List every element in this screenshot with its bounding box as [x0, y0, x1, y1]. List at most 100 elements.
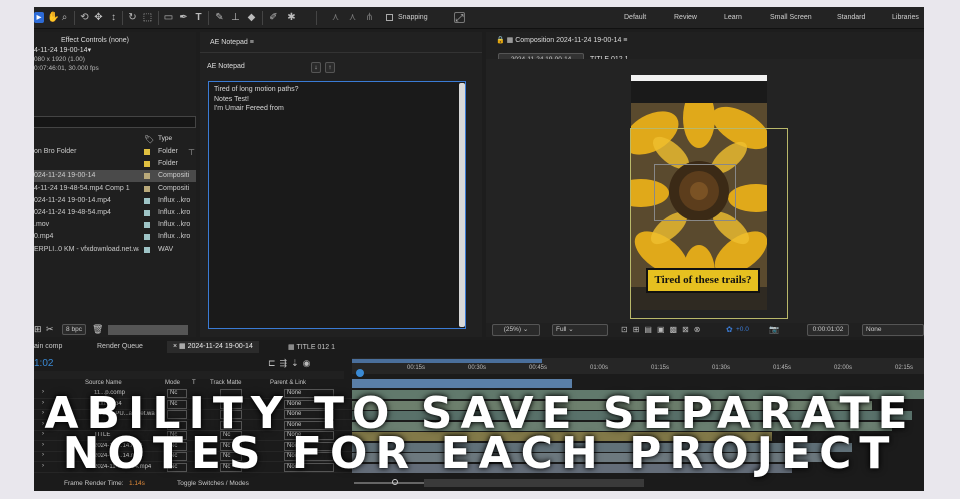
label-color-swatch — [144, 149, 150, 155]
composition-tab[interactable]: 🔒 ▦ Composition 2024-11-24 19-00-14 ≡ — [496, 34, 627, 48]
workspace-default[interactable]: Default — [624, 14, 646, 21]
snapshot-icon[interactable]: 📷 — [769, 325, 779, 334]
project-item[interactable]: .mov Influx ..kro — [34, 219, 196, 231]
timeline-tab-render-queue[interactable]: Render Queue — [97, 343, 143, 350]
ruler-tick-label: 01:15s — [651, 365, 670, 371]
clone-stamp-tool-icon[interactable]: ⊥ — [230, 12, 241, 23]
thumbnail-slider[interactable] — [108, 325, 188, 335]
timeline-tab-main-comp[interactable]: ain comp — [34, 343, 62, 350]
timeline-scrollbar[interactable] — [424, 479, 644, 487]
axis-world-icon[interactable]: ⋏ — [347, 12, 358, 23]
project-item[interactable]: on Bro Folder Folder — [34, 146, 196, 158]
interpret-footage-icon[interactable]: ⊞ — [34, 324, 42, 335]
label-color-swatch — [144, 210, 150, 216]
col-mode[interactable]: Mode — [165, 380, 180, 386]
range-bar[interactable] — [352, 379, 572, 388]
label-color-swatch — [144, 173, 150, 180]
notepad-down-button[interactable]: ↓ — [311, 62, 321, 73]
view-dropdown[interactable]: None — [862, 324, 924, 336]
exposure-value[interactable]: +0.0 — [736, 326, 749, 333]
hierarchy-icon[interactable]: ⊤ — [188, 148, 195, 157]
workspace-review[interactable]: Review — [674, 14, 697, 21]
layer-bounding-box[interactable] — [654, 164, 736, 221]
current-time-display[interactable]: 1:02 — [34, 358, 53, 369]
title-text-overlay: Tired of these trails? — [646, 268, 760, 293]
notepad-scrollbar[interactable] — [459, 83, 465, 327]
type-column-header[interactable]: Type — [158, 132, 172, 146]
anchor-tool-icon[interactable]: ⬚ — [142, 12, 153, 23]
timeline-tab-active-comp[interactable]: × ▦ 2024-11-24 19-00-14 — [167, 341, 259, 353]
bit-depth-button[interactable]: 8 bpc — [62, 324, 86, 335]
resolution-dropdown[interactable]: Full ⌄ — [552, 324, 608, 336]
ruler-tick-label: 01:45s — [773, 365, 792, 371]
project-item-type: Folder — [158, 160, 178, 168]
puppet-tool-icon[interactable]: ✱ — [286, 12, 297, 23]
tools-toolbar: ▸ ✋ ⌕ ⟲ ✥ ↕ ↻ ⬚ ▭ ✒ T ✎ ⊥ ◆ ✐ ✱ ⋏ ⋏ ⋔ Sn… — [34, 7, 924, 29]
col-source-name[interactable]: Source Name — [85, 380, 122, 386]
project-item[interactable]: ERPLI..0 KM - vfxdownload.net.wav WAV — [34, 244, 196, 256]
project-item-name: 024-11-24 19-00-14 — [34, 172, 96, 180]
project-item[interactable]: Folder — [34, 158, 196, 170]
project-item-name: 024-11-24 19-48-54.mp4 — [34, 209, 111, 216]
project-item-type: Influx ..kro — [158, 196, 191, 204]
col-track-matte[interactable]: Track Matte — [210, 380, 241, 386]
text-tool-icon[interactable]: T — [193, 12, 204, 23]
ruler-tick-label: 00:15s — [407, 365, 426, 371]
timeline-tab-title[interactable]: ▦ TITLE 012 1 — [288, 343, 335, 351]
workspace-standard[interactable]: Standard — [837, 14, 865, 21]
playhead[interactable] — [356, 369, 364, 377]
project-item[interactable]: 024-11-24 19-00-14.mp4 Influx ..kro — [34, 195, 196, 207]
col-parent-link[interactable]: Parent & Link — [270, 380, 306, 386]
project-item-name: 024-11-24 19-00-14.mp4 — [34, 196, 111, 204]
project-item-type: Compositi — [158, 172, 190, 180]
delete-icon[interactable]: 🗑 — [92, 324, 103, 335]
roto-brush-tool-icon[interactable]: ✐ — [268, 12, 279, 23]
toggle-switches-modes[interactable]: Toggle Switches / Modes — [177, 480, 249, 487]
ruler-tick-label: 00:30s — [468, 365, 487, 371]
zoom-dropdown[interactable]: (25%) ⌄ — [492, 324, 540, 336]
project-item-name: ERPLI..0 KM - vfxdownload.net.wav — [34, 245, 139, 253]
workspace-learn[interactable]: Learn — [724, 14, 742, 21]
orbit-tool-icon[interactable]: ⟲ — [79, 12, 90, 23]
pen-tool-icon[interactable]: ✒ — [178, 12, 189, 23]
axis-view-icon[interactable]: ⋔ — [364, 12, 375, 23]
dolly-tool-icon[interactable]: ↕ — [108, 12, 119, 23]
project-search-input[interactable] — [34, 116, 196, 128]
timecode-field[interactable]: 0:00:01:02 — [807, 324, 849, 336]
render-time-value: 1.14s — [129, 480, 145, 487]
pan-tool-icon[interactable]: ✥ — [93, 12, 104, 23]
zoom-tool-icon[interactable]: ⌕ — [59, 12, 70, 23]
workspace-small-screen[interactable]: Small Screen — [770, 14, 812, 21]
project-item-type: WAV — [158, 245, 174, 253]
project-item-type: Compositi — [158, 184, 190, 192]
selection-tool-icon[interactable]: ▸ — [34, 12, 44, 23]
project-item[interactable]: 0.mp4 Influx ..kro — [34, 231, 196, 243]
project-item[interactable]: 024-11-24 19-00-14 Compositi — [34, 170, 196, 183]
rotate-tool-icon[interactable]: ↻ — [127, 12, 138, 23]
notepad-tab[interactable]: AE Notepad ≡ — [210, 36, 254, 50]
project-item[interactable]: 4-11-24 19-48-54.mp4 Comp 1 Compositi — [34, 183, 196, 195]
work-area-bar[interactable] — [352, 359, 542, 363]
project-item-type: Influx ..kro — [158, 209, 191, 216]
project-item[interactable]: 024-11-24 19-48-54.mp4 Influx ..kro — [34, 207, 196, 219]
rectangle-tool-icon[interactable]: ▭ — [163, 12, 174, 23]
brush-tool-icon[interactable]: ✎ — [214, 12, 225, 23]
new-folder-icon[interactable]: ✂ — [46, 324, 54, 335]
exposure-icon[interactable]: ✿ — [726, 325, 733, 334]
snapping-checkbox[interactable] — [386, 14, 393, 21]
comp-duration: 0:07:46:01, 30.000 fps — [34, 65, 99, 72]
timeline-search[interactable] — [34, 371, 344, 379]
snapping-options-icon[interactable]: ⤢ — [454, 12, 465, 24]
col-t[interactable]: T — [192, 380, 196, 386]
hand-tool-icon[interactable]: ✋ — [47, 12, 59, 23]
notepad-up-button[interactable]: ↑ — [325, 62, 335, 73]
timeline-zoom-handle[interactable] — [392, 479, 398, 485]
frame-inner-toolbar — [631, 81, 767, 103]
viewer-toggle-icons[interactable]: ⊡⊞▤▣▩⊠⊗ — [621, 325, 706, 334]
label-tag-icon: 🏷 — [144, 135, 155, 144]
axis-local-icon[interactable]: ⋏ — [330, 12, 341, 23]
workspace-libraries[interactable]: Libraries — [892, 14, 919, 21]
eraser-tool-icon[interactable]: ◆ — [246, 12, 257, 23]
notepad-textarea[interactable] — [208, 81, 466, 329]
timeline-switch-icons[interactable]: ⊏⇶⇣◉ — [268, 358, 314, 369]
